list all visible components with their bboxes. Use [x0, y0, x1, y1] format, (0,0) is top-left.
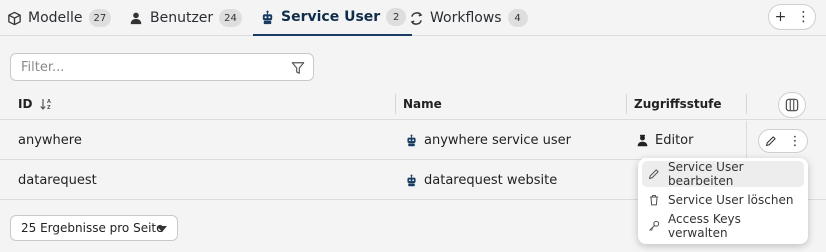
column-divider [395, 94, 396, 114]
trash-icon [648, 194, 660, 206]
cell-access-label: Editor [655, 133, 694, 148]
menu-item-edit-service-user[interactable]: Service User bearbeiten [642, 160, 804, 188]
columns-toggle-button[interactable] [778, 92, 806, 118]
robot-icon [405, 134, 418, 147]
columns-icon [785, 98, 799, 112]
editor-icon [636, 134, 649, 147]
tab-benutzer[interactable]: Benutzer 24 [128, 0, 242, 36]
tab-count-badge: 27 [88, 9, 112, 27]
cell-id: datarequest [18, 173, 97, 188]
tab-label: Service User [281, 9, 381, 25]
cube-icon [6, 10, 22, 26]
tab-label: Workflows [430, 10, 502, 26]
funnel-icon[interactable] [291, 60, 305, 79]
column-header-label: Name [403, 97, 442, 111]
tab-bar: Modelle 27 Benutzer 24 Service User 2 Wo… [0, 0, 826, 36]
caret-down-icon [157, 226, 167, 232]
tab-modelle[interactable]: Modelle 27 [6, 0, 112, 36]
workflow-icon [408, 10, 424, 26]
table-header: ID AZ Name Zugriffsstufe [0, 88, 826, 120]
filter-input[interactable] [11, 54, 271, 80]
tab-service-user[interactable]: Service User 2 [253, 0, 413, 36]
top-action-group: + ⋮ [768, 4, 816, 30]
column-header-name[interactable]: Name [403, 88, 442, 120]
tab-count-badge: 2 [386, 8, 407, 26]
robot-icon [405, 174, 418, 187]
column-header-label: ID [18, 97, 33, 111]
cell-id: anywhere [18, 133, 82, 148]
cell-access: Editor [636, 121, 693, 160]
user-icon [128, 10, 144, 26]
menu-item-delete-service-user[interactable]: Service User löschen [642, 187, 804, 213]
tab-label: Benutzer [150, 10, 214, 26]
menu-item-label: Service User löschen [668, 193, 794, 207]
row-context-menu: Service User bearbeiten Service User lös… [638, 158, 808, 244]
add-button[interactable]: + [769, 5, 792, 29]
menu-item-label: Access Keys verwalten [668, 212, 741, 240]
more-options-button[interactable]: ⋮ [792, 5, 815, 29]
row-actions: ⋮ [746, 121, 826, 160]
sort-ascending-icon[interactable]: AZ [40, 98, 54, 110]
cell-name-label: datarequest website [424, 173, 558, 188]
edit-button[interactable] [759, 130, 783, 152]
results-per-page-label: 25 Ergebnisse pro Seite [21, 221, 164, 235]
column-header-id[interactable]: ID AZ [18, 88, 54, 120]
menu-item-label: Service User bearbeiten [668, 160, 744, 188]
cell-name-label: anywhere service user [424, 133, 572, 148]
column-divider [626, 94, 627, 114]
robot-icon [259, 9, 275, 25]
cell-name: anywhere service user [405, 121, 571, 160]
pencil-icon [765, 136, 776, 147]
column-divider [746, 94, 747, 114]
column-header-access[interactable]: Zugriffsstufe [634, 88, 722, 120]
menu-item-manage-access-keys[interactable]: Access Keys verwalten [642, 212, 804, 240]
cell-name: datarequest website [405, 161, 557, 200]
svg-text:Z: Z [47, 105, 51, 110]
tab-count-badge: 24 [219, 9, 242, 27]
results-per-page-select[interactable]: 25 Ergebnisse pro Seite [10, 215, 178, 241]
column-header-label: Zugriffsstufe [634, 97, 722, 111]
tab-label: Modelle [28, 10, 83, 26]
row-more-button[interactable]: ⋮ [783, 130, 807, 152]
tab-count-badge: 4 [507, 9, 528, 27]
tab-workflows[interactable]: Workflows 4 [408, 0, 528, 36]
key-icon [648, 220, 660, 232]
table-row[interactable]: anywhere anywhere service user Editor [0, 121, 826, 160]
row-action-group: ⋮ [758, 129, 808, 153]
filter-field [10, 53, 314, 81]
pencil-icon [648, 168, 660, 180]
